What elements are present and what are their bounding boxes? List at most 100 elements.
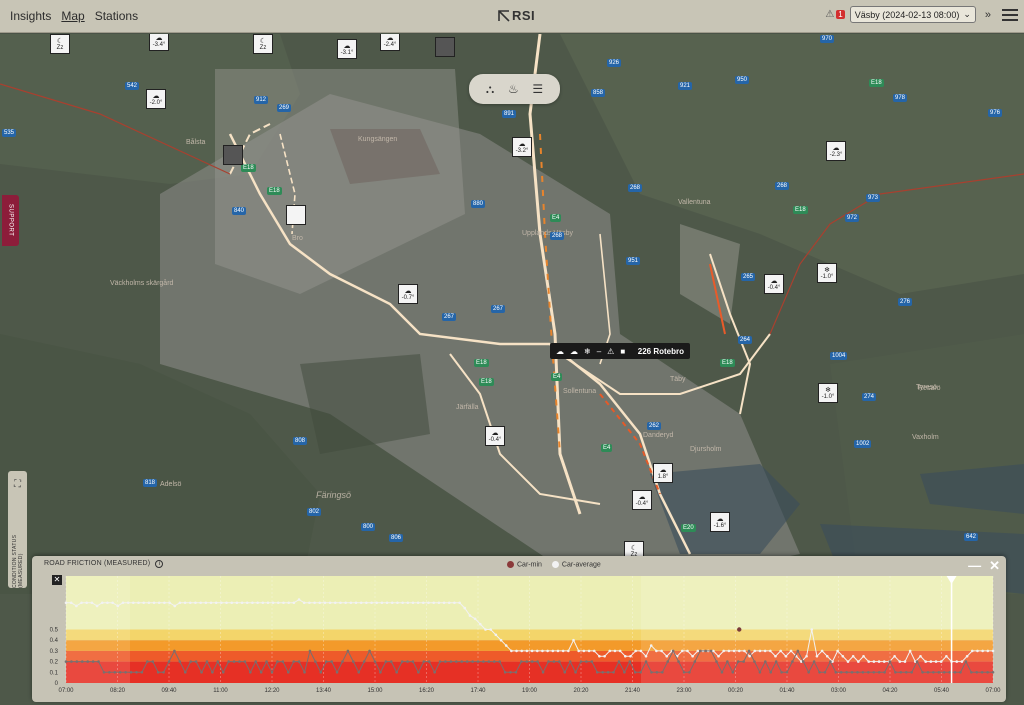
- series-point: [339, 601, 342, 605]
- series-point: [563, 671, 567, 674]
- station-select[interactable]: Väsby (2024-02-13 08:00) ⌄: [849, 6, 976, 23]
- x-tick-label: 01:40: [779, 688, 795, 694]
- series-point: [225, 601, 228, 605]
- series-point: [455, 660, 458, 663]
- station-marker[interactable]: ☁ -3.2°: [512, 137, 532, 157]
- series-point: [929, 660, 933, 663]
- station-marker[interactable]: ☁ -0.4°: [764, 274, 784, 294]
- series-point: [613, 649, 617, 653]
- series-point: [789, 649, 793, 653]
- series-point: [515, 649, 518, 653]
- series-point: [498, 660, 501, 663]
- series-point: [494, 633, 498, 637]
- station-tooltip[interactable]: ☁ ☁ ❄ – ⚠ ■ 226 Rotebro: [550, 343, 690, 359]
- station-marker[interactable]: [286, 205, 306, 225]
- series-point: [276, 660, 279, 663]
- series-point: [991, 649, 995, 653]
- station-marker[interactable]: ☾ Zz: [50, 34, 70, 54]
- series-point: [349, 601, 353, 605]
- series-point: [509, 671, 512, 674]
- road-friction-chart[interactable]: 0 0.1 0.2 0.3 0.4 0.5 07:00 08:20 09:40 11:00 12:2…: [32, 556, 1006, 702]
- series-point: [238, 660, 241, 663]
- warning-indicator[interactable]: ⚠ 1: [825, 9, 845, 20]
- condition-status-panel[interactable]: ⛶ CONDITION STATUS (MEASURED): [8, 471, 27, 588]
- series-point: [732, 649, 736, 653]
- series-point: [156, 671, 160, 674]
- station-marker[interactable]: ☁ -0.4°: [632, 490, 652, 510]
- nav-map[interactable]: Map: [61, 9, 84, 23]
- road-layer-icon[interactable]: ⛬: [486, 82, 494, 97]
- layers-icon[interactable]: ☰: [532, 82, 543, 96]
- road-number: 978: [893, 94, 908, 102]
- series-point: [661, 671, 664, 674]
- series-point: [142, 601, 145, 605]
- series-point: [200, 671, 203, 674]
- station-marker[interactable]: [435, 37, 455, 57]
- series-point: [872, 671, 876, 674]
- camera-icon[interactable]: ■: [620, 347, 625, 356]
- station-marker[interactable]: [223, 145, 243, 165]
- series-point: [815, 654, 819, 658]
- x-tick-label: 17:40: [470, 688, 486, 694]
- support-tab[interactable]: SUPPORT: [2, 195, 19, 246]
- series-point: [514, 671, 518, 674]
- series-point: [314, 660, 317, 663]
- station-marker[interactable]: ☁ -2.0°: [146, 89, 166, 109]
- road-sign: E4: [601, 444, 613, 452]
- series-point: [240, 601, 244, 605]
- series-point: [162, 671, 165, 674]
- station-marker[interactable]: ☁ -0.4°: [485, 426, 505, 446]
- road-number: 808: [293, 437, 308, 445]
- series-point: [303, 671, 306, 674]
- warning-count: 1: [836, 10, 845, 19]
- series-point: [898, 660, 902, 663]
- weather-layer-icon[interactable]: ♨: [508, 82, 519, 96]
- x-tick-label: 19:00: [522, 688, 538, 694]
- road-number: 268: [775, 182, 790, 190]
- station-marker[interactable]: ☾ Zz: [253, 34, 273, 54]
- menu-icon[interactable]: [1002, 8, 1018, 21]
- series-point: [447, 601, 451, 605]
- series-point: [986, 671, 989, 674]
- series-point: [801, 660, 805, 663]
- station-marker[interactable]: ❄ -1.0°: [818, 383, 838, 403]
- station-marker[interactable]: ☁ -2.4°: [380, 34, 400, 51]
- series-point: [489, 628, 492, 631]
- station-marker[interactable]: ☁ -2.3°: [826, 141, 846, 161]
- road-number: 806: [389, 534, 404, 542]
- fullscreen-icon[interactable]: ⛶: [14, 479, 21, 490]
- station-marker[interactable]: ☁ -1.6°: [710, 512, 730, 532]
- place-label: Täby: [670, 376, 686, 383]
- series-point: [503, 671, 507, 674]
- series-point: [894, 671, 897, 674]
- series-point: [986, 649, 990, 653]
- station-marker[interactable]: ☁ -3.1°: [337, 39, 357, 59]
- series-point: [623, 671, 626, 674]
- station-marker[interactable]: ☁ -0.7°: [398, 284, 418, 304]
- snow-icon: ❄: [824, 266, 830, 274]
- series-point: [389, 660, 393, 663]
- expand-button[interactable]: »: [985, 9, 991, 21]
- series-point: [271, 601, 275, 605]
- series-point: [121, 601, 125, 605]
- nav-insights[interactable]: Insights: [10, 9, 51, 23]
- station-marker[interactable]: ☁ -3.4°: [149, 34, 169, 51]
- weather-icon: ☁: [404, 287, 412, 295]
- nav-stations[interactable]: Stations: [95, 9, 138, 23]
- series-point: [427, 660, 431, 663]
- series-point: [942, 671, 946, 674]
- weather-icon: ☁: [556, 346, 564, 356]
- series-point: [598, 654, 601, 658]
- series-point: [188, 601, 192, 605]
- station-marker[interactable]: ❄ -1.0°: [817, 263, 837, 283]
- series-point: [344, 601, 347, 605]
- series-point: [482, 660, 485, 663]
- series-point: [590, 660, 594, 663]
- station-marker[interactable]: ☁ 1.8°: [653, 463, 673, 483]
- series-point: [547, 660, 550, 663]
- series-point: [606, 671, 610, 674]
- series-point: [587, 649, 591, 653]
- road-number: 818: [143, 479, 158, 487]
- series-point: [433, 671, 436, 674]
- road-number: 912: [254, 96, 269, 104]
